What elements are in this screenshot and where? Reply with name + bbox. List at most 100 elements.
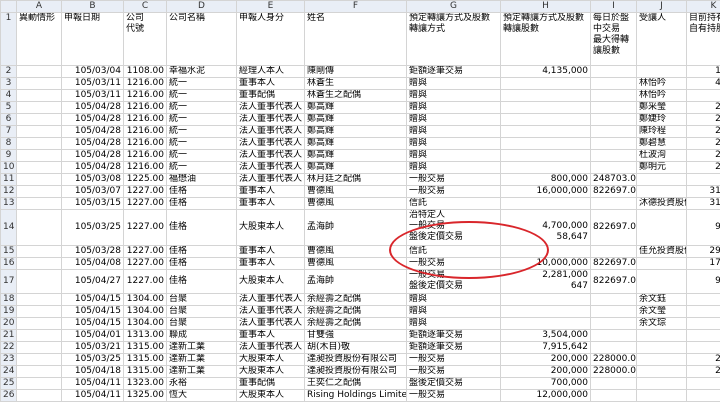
cell[interactable] <box>16 149 62 162</box>
cell[interactable]: 達新工業 <box>166 353 237 366</box>
cell[interactable] <box>16 269 62 294</box>
cell[interactable]: 鄭高輝 <box>304 137 407 150</box>
cell[interactable]: 800,000 <box>500 173 591 186</box>
cell[interactable]: 董事本人 <box>236 245 305 258</box>
cell[interactable]: 200,000 <box>500 365 591 378</box>
cell[interactable]: 贈與 <box>406 149 501 162</box>
cell[interactable] <box>500 77 591 90</box>
cell[interactable] <box>636 65 687 78</box>
cell[interactable] <box>16 113 62 126</box>
cell[interactable]: 鉅額逐筆交易 <box>406 341 501 354</box>
cell[interactable]: 董事本人 <box>236 197 305 210</box>
cell[interactable] <box>16 389 62 402</box>
cell[interactable]: 1225.00 <box>123 173 167 186</box>
column-header[interactable]: B <box>61 0 124 13</box>
cell[interactable]: 董事配偶 <box>236 377 305 390</box>
cell[interactable]: 200,000 <box>500 353 591 366</box>
cell[interactable]: 一般交易 <box>406 365 501 378</box>
cell[interactable]: 法人董事代表人 <box>236 293 305 306</box>
cell[interactable]: 105/04/08 <box>61 257 124 270</box>
cell[interactable]: 孟海帥 <box>304 209 407 246</box>
cell[interactable] <box>16 257 62 270</box>
cell[interactable]: 公司 代號 <box>123 12 167 66</box>
cell[interactable]: 822697.00 <box>590 257 637 270</box>
cell[interactable]: 314 <box>686 89 720 102</box>
cell[interactable]: 聯成 <box>166 329 237 342</box>
cell[interactable]: 1323.00 <box>123 377 167 390</box>
cell[interactable]: 大股東本人 <box>236 389 305 402</box>
cell[interactable] <box>636 341 687 354</box>
row-number[interactable]: 16 <box>0 257 17 270</box>
cell[interactable]: 法人董事代表人 <box>236 149 305 162</box>
cell[interactable]: 達新工業 <box>166 341 237 354</box>
cell[interactable] <box>16 209 62 246</box>
row-number[interactable]: 18 <box>0 293 17 306</box>
cell[interactable]: 曹德風 <box>304 185 407 198</box>
cell[interactable]: 12,000,000 <box>500 389 591 402</box>
cell[interactable]: 贈與 <box>406 305 501 318</box>
cell[interactable]: 1216.00 <box>123 89 167 102</box>
cell[interactable]: 永裕 <box>166 377 237 390</box>
cell[interactable] <box>16 245 62 258</box>
cell[interactable] <box>500 197 591 210</box>
row-number[interactable]: 9 <box>0 149 17 162</box>
cell[interactable] <box>636 173 687 186</box>
cell[interactable]: 31776 <box>686 197 720 210</box>
cell[interactable]: 105/04/28 <box>61 161 124 174</box>
cell[interactable]: 董事本人 <box>236 77 305 90</box>
cell[interactable] <box>636 353 687 366</box>
cell[interactable]: 228000.00 <box>590 353 637 366</box>
row-number[interactable]: 21 <box>0 329 17 342</box>
cell[interactable]: 105/04/27 <box>61 269 124 294</box>
cell[interactable]: 贈與 <box>406 113 501 126</box>
cell[interactable]: 2322 <box>686 137 720 150</box>
row-number[interactable]: 17 <box>0 269 17 294</box>
cell[interactable] <box>590 161 637 174</box>
cell[interactable]: 佳格 <box>166 269 237 294</box>
cell[interactable] <box>590 389 637 402</box>
cell[interactable]: 105/03/08 <box>61 173 124 186</box>
cell[interactable]: 2622 <box>686 101 720 114</box>
cell[interactable]: 目前持有 自有持股 <box>686 12 720 66</box>
cell[interactable]: 鄭碧慧 <box>636 137 687 150</box>
cell[interactable]: 法人董事代表人 <box>236 161 305 174</box>
row-number[interactable]: 8 <box>0 137 17 150</box>
column-header[interactable]: F <box>304 0 407 13</box>
cell[interactable]: 105/04/11 <box>61 377 124 390</box>
row-number[interactable]: 24 <box>0 365 17 378</box>
cell[interactable]: 林怡吟 <box>636 89 687 102</box>
cell[interactable]: 105/03/04 <box>61 65 124 78</box>
cell[interactable]: 盤後定價交易 <box>406 377 501 390</box>
cell[interactable]: 105/03/15 <box>61 197 124 210</box>
cell[interactable]: 1304.00 <box>123 293 167 306</box>
cell[interactable]: 1227.00 <box>123 197 167 210</box>
cell[interactable]: 700,000 <box>500 377 591 390</box>
cell[interactable]: 恆大 <box>166 389 237 402</box>
cell[interactable]: 申報人身分 <box>236 12 305 66</box>
cell[interactable]: 754 <box>686 329 720 342</box>
cell[interactable] <box>636 257 687 270</box>
cell[interactable]: 86 <box>686 293 720 306</box>
cell[interactable]: 林月廷之配偶 <box>304 173 407 186</box>
cell[interactable]: 預定轉讓方式及股數 轉讓股數 <box>500 12 591 66</box>
cell[interactable]: 一般交易 <box>406 173 501 186</box>
cell[interactable] <box>500 89 591 102</box>
row-number[interactable]: 5 <box>0 101 17 114</box>
cell[interactable]: 105/04/15 <box>61 305 124 318</box>
cell[interactable] <box>16 125 62 138</box>
cell[interactable]: 贈與 <box>406 101 501 114</box>
cell[interactable]: 一般交易 <box>406 185 501 198</box>
row-number[interactable]: 22 <box>0 341 17 354</box>
cell[interactable]: 董事本人 <box>236 329 305 342</box>
cell[interactable] <box>16 101 62 114</box>
cell[interactable]: 余文瑩 <box>636 305 687 318</box>
cell[interactable]: 信託 <box>406 197 501 210</box>
cell[interactable]: 王奕仁之配偶 <box>304 377 407 390</box>
cell[interactable]: 大股東本人 <box>236 353 305 366</box>
cell[interactable]: 1216.00 <box>123 149 167 162</box>
column-header[interactable]: H <box>500 0 591 13</box>
cell[interactable]: 林蒼生 <box>304 77 407 90</box>
cell[interactable]: 統一 <box>166 125 237 138</box>
cell[interactable] <box>16 293 62 306</box>
cell[interactable]: 1315.00 <box>123 353 167 366</box>
